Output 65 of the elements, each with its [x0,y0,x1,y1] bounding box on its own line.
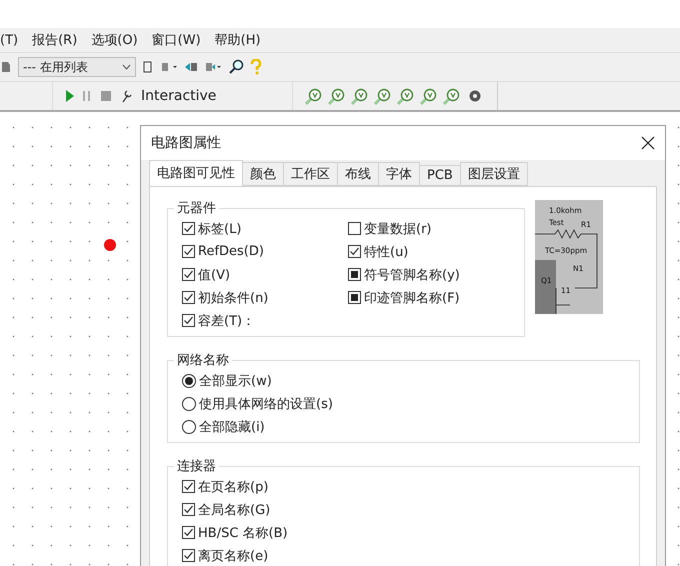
tab[interactable]: PCB [419,165,461,186]
checkbox[interactable] [182,245,195,258]
checkbox[interactable] [182,549,195,562]
probe-icon[interactable] [397,88,414,104]
menu-item[interactable]: 选项(O) [91,31,138,49]
checkbox[interactable] [182,503,195,516]
radio-label: 使用具体网络的设置(s) [199,396,333,412]
checkbox[interactable] [348,291,361,304]
checkbox[interactable] [182,291,195,304]
checkbox-label: 值(V) [198,266,230,284]
checkbox-label: 初始条件(n) [198,290,268,306]
checkbox[interactable] [348,268,361,281]
tab[interactable]: 字体 [378,162,420,186]
close-icon[interactable] [641,136,655,150]
in-use-list-dropdown[interactable]: --- 在用列表 [18,57,136,77]
checkbox-label: HB/SC 名称(B) [198,524,288,542]
checkbox[interactable] [348,222,361,235]
checkbox[interactable] [182,480,195,493]
tab[interactable]: 图层设置 [460,162,528,186]
menu-item[interactable]: 帮助(H) [214,31,261,49]
tab[interactable]: 工作区 [283,162,338,186]
probe-icon[interactable] [443,88,460,104]
checkbox[interactable] [182,314,195,327]
checkbox-label: 特性(u) [364,244,408,260]
checkbox-label: 变量数据(r) [364,220,432,238]
checkbox[interactable] [182,526,195,539]
play-icon[interactable] [65,89,75,103]
checkbox-label: 全局名称(G) [198,502,270,518]
checkbox[interactable] [182,268,195,281]
toolbar-icon[interactable] [184,60,198,74]
checkbox-label: 容差(T)： [198,312,256,330]
probe-icon[interactable] [374,88,391,104]
tab[interactable]: 电路图可见性 [149,160,243,186]
menu-item[interactable]: 窗口(W) [152,31,201,49]
caret-icon [122,64,131,70]
probe-icon[interactable] [328,88,345,104]
group-title: 网络名称 [176,352,230,369]
interactive-mode-label[interactable]: Interactive [141,88,216,104]
group-title: 连接器 [176,458,217,475]
radio-label: 全部隐藏(i) [199,418,265,436]
radio-label: 全部显示(w) [199,372,272,390]
checkbox-label: 在页名称(p) [198,478,268,496]
menu-item[interactable]: (T) [0,32,18,48]
checkbox-label: 印迹管脚名称(F) [364,290,460,306]
checkbox-label: 符号管脚名称(y) [364,266,460,284]
checkbox[interactable] [182,222,195,235]
checkbox-label: 离页名称(e) [198,548,268,564]
tab[interactable]: 布线 [337,162,379,186]
group-title: 元器件 [176,200,217,217]
dialog-title: 电路图属性 [151,134,221,152]
radio-button[interactable] [182,396,196,410]
checkbox[interactable] [348,245,361,258]
radio-button[interactable] [182,420,196,434]
toolbar-icon[interactable] [142,60,154,74]
component-icon[interactable] [0,59,12,75]
probe-icon[interactable] [420,88,437,104]
tab[interactable]: 颜色 [242,162,284,186]
probe-icon[interactable] [305,88,322,104]
radio-button[interactable] [182,374,196,388]
checkbox-label: 标签(L) [198,220,242,238]
zoom-icon[interactable] [228,59,244,75]
wrench-icon [121,89,133,103]
checkbox-label: RefDes(D) [198,244,264,259]
probe-icon[interactable] [351,88,368,104]
menu-item[interactable]: 报告(R) [32,31,78,49]
